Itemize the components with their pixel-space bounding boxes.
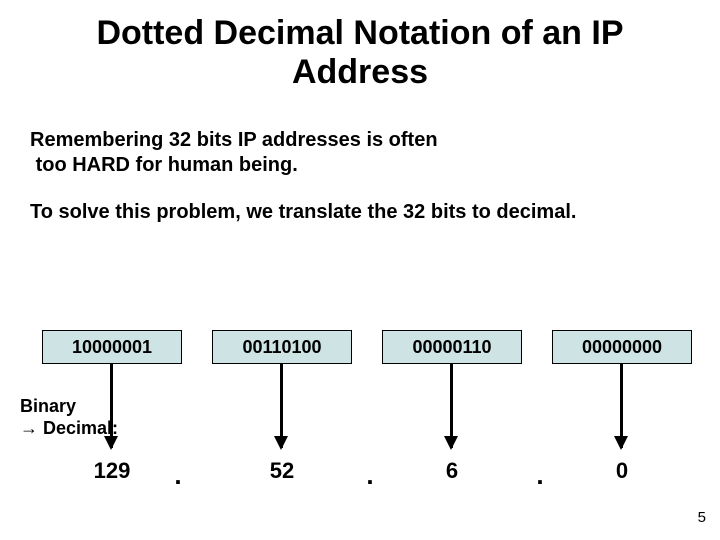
binary-octet-2: 00110100 xyxy=(212,330,352,364)
arrow-right-icon: → xyxy=(20,418,38,440)
decimal-row: 129 . 52 . 6 . 0 xyxy=(0,458,720,498)
slide-title: Dotted Decimal Notation of an IP Address xyxy=(0,0,720,100)
arrow-down-icon xyxy=(280,364,283,448)
decimal-value-1: 129 xyxy=(94,458,131,484)
dot-separator: . xyxy=(366,460,373,491)
decimal-value-4: 0 xyxy=(616,458,628,484)
binary-octet-row: 10000001 00110100 00000110 00000000 xyxy=(0,330,720,364)
slide-number: 5 xyxy=(698,509,706,526)
decimal-value-2: 52 xyxy=(270,458,294,484)
paragraph-2: To solve this problem, we translate the … xyxy=(0,200,720,225)
binary-octet-3: 00000110 xyxy=(382,330,522,364)
arrow-down-icon xyxy=(450,364,453,448)
conversion-label-line-2: Decimal: xyxy=(43,418,118,438)
dot-separator: . xyxy=(174,460,181,491)
paragraph-1-line-2: too HARD for human being. xyxy=(36,154,298,176)
conversion-label-line-1: Binary xyxy=(20,396,76,416)
arrow-down-icon xyxy=(620,364,623,448)
decimal-value-3: 6 xyxy=(446,458,458,484)
binary-octet-1: 10000001 xyxy=(42,330,182,364)
paragraph-1-line-1: Remembering 32 bits IP addresses is ofte… xyxy=(30,129,438,151)
conversion-label: Binary → Decimal: xyxy=(20,396,118,439)
dot-separator: . xyxy=(536,460,543,491)
binary-octet-4: 00000000 xyxy=(552,330,692,364)
paragraph-1: Remembering 32 bits IP addresses is ofte… xyxy=(0,128,720,178)
